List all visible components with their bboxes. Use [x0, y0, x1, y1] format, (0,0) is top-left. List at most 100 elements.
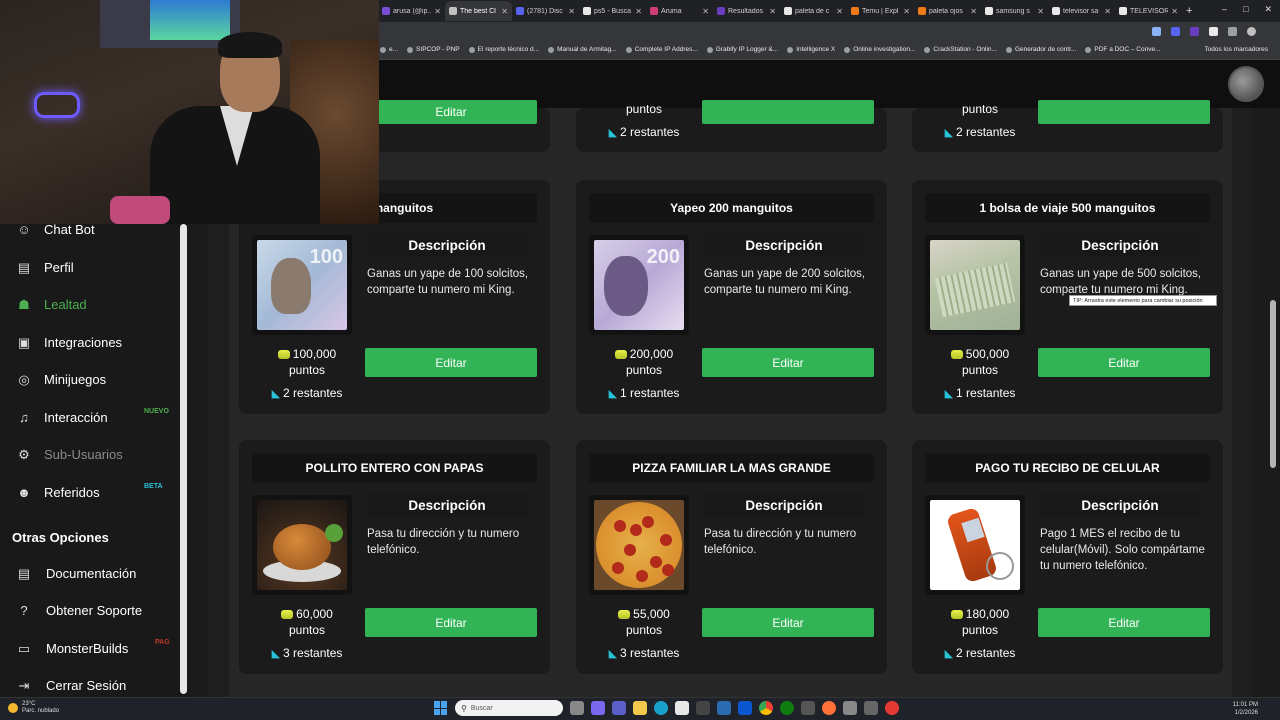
sidebar-item-lealtad[interactable]: ☗ Lealtad — [16, 297, 86, 312]
bookmark-item[interactable]: Online investigation... — [844, 46, 915, 53]
store-icon[interactable] — [675, 701, 689, 715]
app-icon[interactable] — [738, 701, 752, 715]
sidebar-item-logout[interactable]: ⇥ Cerrar Sesión — [16, 678, 127, 693]
browser-tab[interactable]: samsung s ✕ — [981, 1, 1048, 21]
sidebar-item-integraciones[interactable]: ▣ Integraciones — [16, 335, 122, 350]
banknote-100-image: 100 — [257, 240, 347, 330]
reward-card: puntos ◣ 2 restantes — [576, 100, 887, 152]
browser-tab[interactable]: ps5 - Busca ✕ — [579, 1, 646, 21]
tab-label: paleta de c — [795, 7, 830, 15]
bookmark-item[interactable]: Complete IP Addres... — [625, 46, 698, 53]
bookmark-label: Generador de contr... — [1014, 46, 1077, 53]
sidebar-item-chat-bot[interactable]: ☺ Chat Bot — [16, 222, 95, 237]
edit-button[interactable]: Editar — [702, 608, 874, 637]
close-tab-icon[interactable]: ✕ — [1104, 7, 1111, 16]
tab-label: Resultados — [728, 7, 764, 15]
app-icon[interactable] — [864, 701, 878, 715]
bookmark-item[interactable]: e... — [380, 46, 398, 53]
bookmark-item[interactable]: Manual de Armitag... — [548, 46, 617, 53]
sidebar-item-sub-usuarios[interactable]: ⚙ Sub-Usuarios — [16, 447, 123, 462]
reward-image-frame — [925, 495, 1025, 595]
file-explorer-icon[interactable] — [633, 701, 647, 715]
edit-button[interactable]: Editar — [1038, 348, 1210, 377]
extension-icon[interactable] — [1190, 26, 1199, 36]
browser-tab[interactable]: (2781) Disc ✕ — [512, 1, 579, 21]
app-icon[interactable] — [885, 701, 899, 715]
bookmark-item[interactable]: SIPCOP - PNP — [407, 46, 460, 53]
sidebar-item-laptop[interactable]: ▭ MonsterBuilds — [16, 641, 129, 656]
tab-favicon-icon — [851, 7, 859, 15]
sidebar-item-label: Chat Bot — [44, 222, 95, 237]
teams-icon[interactable] — [612, 701, 626, 715]
bookmark-item[interactable]: Intelligence X — [787, 46, 835, 53]
edit-button[interactable]: Editar — [1038, 608, 1210, 637]
windows-start-icon[interactable] — [434, 701, 448, 715]
close-tab-icon[interactable]: ✕ — [702, 7, 709, 16]
maximize-button[interactable]: □ — [1243, 4, 1248, 15]
browser-tab[interactable]: paleta ojos ✕ — [914, 1, 981, 21]
edit-button[interactable] — [1038, 100, 1210, 124]
bookmark-item[interactable]: El reporte técnico d... — [468, 46, 539, 53]
task-view-icon[interactable] — [570, 701, 584, 715]
close-tab-icon[interactable]: ✕ — [1037, 7, 1044, 16]
app-icon[interactable] — [696, 701, 710, 715]
sidebar-item-help[interactable]: ? Obtener Soporte — [16, 603, 142, 618]
extension-icon[interactable] — [1228, 26, 1237, 36]
new-tab-button[interactable]: + — [1186, 5, 1192, 17]
extension-icon[interactable] — [1152, 26, 1161, 36]
weather-widget[interactable]: 23°C Parc. nublado — [8, 701, 59, 715]
close-tab-icon[interactable]: ✕ — [434, 7, 441, 16]
xbox-icon[interactable] — [780, 701, 794, 715]
bookmark-item[interactable]: Generador de contr... — [1005, 46, 1077, 53]
sidebar-item-book[interactable]: ▤ Documentación — [16, 566, 136, 581]
close-tab-icon[interactable]: ✕ — [568, 7, 575, 16]
cellphone-image — [930, 500, 1020, 590]
browser-tab[interactable]: arusa (@ip... ✕ — [378, 1, 445, 21]
taskbar-search[interactable]: ⚲ Buscar — [455, 700, 563, 716]
close-tab-icon[interactable]: ✕ — [903, 7, 910, 16]
app-icon[interactable] — [717, 701, 731, 715]
extension-icon[interactable] — [1171, 26, 1180, 36]
all-bookmarks-link[interactable]: Todos los marcadores — [1204, 46, 1268, 53]
sidebar-scrollbar[interactable] — [180, 224, 187, 694]
sidebar-item-minijuegos[interactable]: ◎ Minijuegos — [16, 372, 106, 387]
taskbar-clock[interactable]: 11:01 PM 1/2/2026 — [1233, 701, 1258, 717]
edit-button[interactable] — [702, 100, 874, 124]
close-tab-icon[interactable]: ✕ — [501, 7, 508, 16]
edit-button[interactable]: Editar — [702, 348, 874, 377]
chat-icon: ▣ — [17, 334, 31, 350]
close-tab-icon[interactable]: ✕ — [769, 7, 776, 16]
sidebar-item-perfil[interactable]: ▤ Perfil — [16, 260, 74, 275]
close-tab-icon[interactable]: ✕ — [970, 7, 977, 16]
close-window-button[interactable]: ✕ — [1264, 4, 1272, 15]
edge-icon[interactable] — [654, 701, 668, 715]
bookmark-item[interactable]: PDF a DOC – Conve... — [1085, 46, 1161, 53]
app-icon[interactable] — [843, 701, 857, 715]
browser-tab[interactable]: Aruma ✕ — [646, 1, 713, 21]
avatar[interactable] — [1228, 66, 1264, 102]
copilot-icon[interactable] — [591, 701, 605, 715]
browser-tab[interactable]: The best Cl ✕ — [445, 1, 512, 21]
extension-icon[interactable] — [1209, 26, 1218, 36]
bookmark-item[interactable]: CrackStation - Onlin... — [924, 46, 997, 53]
app-icon[interactable] — [801, 701, 815, 715]
sidebar-item-interacci-n[interactable]: ♫ Interacción — [16, 410, 107, 425]
edit-button[interactable]: Editar — [365, 348, 537, 377]
minimize-button[interactable]: – — [1222, 4, 1227, 15]
page-scrollbar[interactable] — [1270, 300, 1276, 468]
browser-tab[interactable]: Resultados ✕ — [713, 1, 780, 21]
profile-icon[interactable] — [1247, 26, 1256, 36]
browser-tab[interactable]: televisor sa ✕ — [1048, 1, 1115, 21]
bookmark-item[interactable]: Grabify IP Logger &... — [706, 46, 778, 53]
firefox-icon[interactable] — [822, 701, 836, 715]
close-tab-icon[interactable]: ✕ — [635, 7, 642, 16]
close-tab-icon[interactable]: ✕ — [1171, 7, 1178, 16]
browser-tab[interactable]: TELEVISOR ✕ — [1115, 1, 1182, 21]
edit-button[interactable]: Editar — [365, 100, 537, 124]
edit-button[interactable]: Editar — [365, 608, 537, 637]
chrome-icon[interactable] — [759, 701, 773, 715]
sidebar-item-referidos[interactable]: ☻ Referidos — [16, 485, 99, 500]
close-tab-icon[interactable]: ✕ — [836, 7, 843, 16]
browser-tab[interactable]: Temu | Expl ✕ — [847, 1, 914, 21]
browser-tab[interactable]: paleta de c ✕ — [780, 1, 847, 21]
